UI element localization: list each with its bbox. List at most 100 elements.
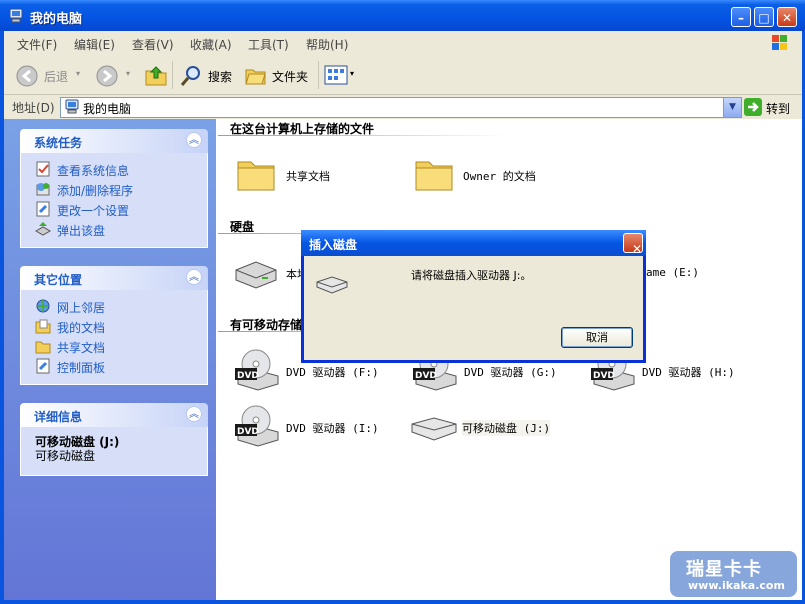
place-network[interactable]: 网上邻居 — [21, 296, 207, 316]
title-bar[interactable]: 我的电脑 – □ ✕ — [0, 0, 805, 31]
dvd-drive-icon: DVD — [234, 402, 280, 451]
toolbar: 后退 ▾ ▾ 搜索 文件夹 ▾ — [4, 55, 802, 95]
menu-help[interactable]: 帮助(H) — [306, 36, 348, 53]
dialog-title: 插入磁盘 — [309, 238, 358, 252]
minimize-button[interactable]: – — [731, 7, 751, 27]
menu-bar: 文件(F) 编辑(E) 查看(V) 收藏(A) 工具(T) 帮助(H) — [4, 31, 802, 56]
system-tasks-header[interactable]: 系统任务 ︽ — [20, 129, 208, 153]
drive-label: DVD 驱动器 (F:) — [286, 366, 379, 379]
svg-text:DVD: DVD — [237, 371, 259, 381]
system-tasks-panel: 系统任务 ︽ 查看系统信息 添加/删除程序 更改一个设置 弹出该盘 — [20, 129, 208, 248]
forward-arrow-icon — [96, 65, 118, 90]
hard-disk-icon — [232, 258, 280, 293]
go-arrow-icon — [744, 98, 762, 119]
watermark-url: www.ikaka.com — [688, 579, 785, 592]
place-shared-documents[interactable]: 共享文档 — [21, 336, 207, 356]
settings-icon — [35, 201, 51, 217]
back-dropdown-icon: ▾ — [76, 69, 81, 78]
drive-removable-j[interactable]: 可移动磁盘 (J:) — [410, 408, 560, 458]
folder-label: Owner 的文档 — [463, 170, 536, 183]
svg-text:DVD: DVD — [415, 371, 437, 381]
system-info-icon — [35, 161, 51, 177]
go-label: 转到 — [766, 102, 791, 116]
task-pane: 系统任务 ︽ 查看系统信息 添加/删除程序 更改一个设置 弹出该盘 其它位置 ︽… — [4, 119, 216, 600]
drive-label: DVD 驱动器 (G:) — [464, 366, 557, 379]
other-places-header[interactable]: 其它位置 ︽ — [20, 266, 208, 290]
drive-label: DVD 驱动器 (H:) — [642, 366, 735, 379]
removable-disk-icon — [316, 274, 348, 297]
drive-label: 可移动磁盘 (J:) — [462, 420, 551, 436]
forward-dropdown-icon: ▾ — [126, 69, 131, 78]
toolbar-divider — [318, 61, 319, 89]
collapse-chevron-icon[interactable]: ︽ — [186, 132, 202, 148]
section-divider — [218, 135, 508, 136]
collapse-chevron-icon[interactable]: ︽ — [186, 269, 202, 285]
window-title: 我的电脑 — [30, 12, 83, 27]
menu-favorites[interactable]: 收藏(A) — [190, 36, 232, 53]
my-documents-icon — [35, 318, 51, 334]
my-computer-icon — [8, 8, 24, 24]
place-my-documents[interactable]: 我的文档 — [21, 316, 207, 336]
folders-label: 文件夹 — [272, 70, 309, 84]
watermark-text: 瑞星卡卡 — [686, 559, 762, 580]
insert-disk-dialog: 插入磁盘 ✕ 请将磁盘插入驱动器 J:。 取消 — [301, 230, 646, 363]
watermark-logo: 瑞星卡卡 www.ikaka.com — [670, 551, 797, 597]
folder-icon — [236, 154, 276, 197]
back-arrow-icon — [16, 65, 38, 90]
back-button[interactable]: 后退 ▾ — [14, 63, 84, 87]
dialog-message: 请将磁盘插入驱动器 J:。 — [411, 269, 532, 282]
task-change-setting[interactable]: 更改一个设置 — [21, 199, 207, 219]
task-label: 查看系统信息 — [57, 164, 130, 178]
forward-button[interactable]: ▾ — [96, 63, 136, 87]
folder-owner-documents[interactable]: Owner 的文档 — [414, 152, 594, 202]
windows-logo-icon — [769, 32, 791, 54]
task-eject-disk[interactable]: 弹出该盘 — [21, 219, 207, 239]
collapse-chevron-icon[interactable]: ︽ — [186, 406, 202, 422]
place-control-panel[interactable]: 控制面板 — [21, 356, 207, 376]
address-label: 地址(D) — [12, 101, 55, 115]
menu-view[interactable]: 查看(V) — [132, 36, 174, 53]
up-folder-button[interactable] — [144, 63, 168, 87]
svg-text:DVD: DVD — [593, 371, 615, 381]
drive-dvd-i[interactable]: DVD DVD 驱动器 (I:) — [234, 402, 394, 452]
panel-title: 其它位置 — [34, 273, 83, 287]
search-button[interactable]: 搜索 — [180, 63, 240, 87]
maximize-button[interactable]: □ — [754, 7, 774, 27]
task-view-system-info[interactable]: 查看系统信息 — [21, 159, 207, 179]
views-icon — [324, 64, 348, 89]
add-remove-icon — [35, 181, 51, 197]
drive-local[interactable]: 本地 — [232, 254, 312, 304]
detail-type: 可移动磁盘 — [35, 449, 96, 463]
network-places-icon — [35, 298, 51, 314]
details-panel: 详细信息 ︽ 可移动磁盘 (J:) 可移动磁盘 — [20, 403, 208, 476]
task-add-remove-programs[interactable]: 添加/删除程序 — [21, 179, 207, 199]
close-button[interactable]: ✕ — [777, 7, 797, 27]
maximize-icon: □ — [758, 11, 770, 25]
drive-e[interactable]: ame (E:) — [646, 262, 726, 312]
menu-tools[interactable]: 工具(T) — [248, 36, 289, 53]
address-dropdown-icon[interactable]: ▼ — [723, 98, 741, 117]
task-label: 弹出该盘 — [57, 224, 106, 238]
menu-edit[interactable]: 编辑(E) — [74, 36, 115, 53]
drive-label: DVD 驱动器 (I:) — [286, 422, 379, 435]
dialog-title-bar[interactable]: 插入磁盘 ✕ — [301, 230, 646, 256]
eject-icon — [34, 221, 52, 237]
place-label: 我的文档 — [57, 321, 106, 335]
menu-file[interactable]: 文件(F) — [17, 36, 57, 53]
go-button[interactable]: 转到 — [744, 97, 800, 117]
search-label: 搜索 — [208, 70, 233, 84]
views-button[interactable]: ▾ — [324, 63, 358, 87]
dialog-close-button[interactable]: ✕ — [623, 233, 643, 256]
cancel-button[interactable]: 取消 — [561, 327, 633, 348]
place-label: 共享文档 — [57, 341, 106, 355]
details-header[interactable]: 详细信息 ︽ — [20, 403, 208, 427]
folder-icon — [414, 154, 454, 197]
panel-title: 系统任务 — [34, 136, 83, 150]
close-icon: ✕ — [781, 11, 793, 25]
control-panel-icon — [35, 358, 51, 374]
folders-button[interactable]: 文件夹 — [244, 63, 314, 87]
views-dropdown-icon: ▾ — [350, 69, 355, 78]
address-field[interactable]: 我的电脑 ▼ — [60, 97, 742, 118]
folder-shared-documents[interactable]: 共享文档 — [236, 152, 396, 202]
dvd-drive-icon: DVD — [234, 346, 280, 395]
